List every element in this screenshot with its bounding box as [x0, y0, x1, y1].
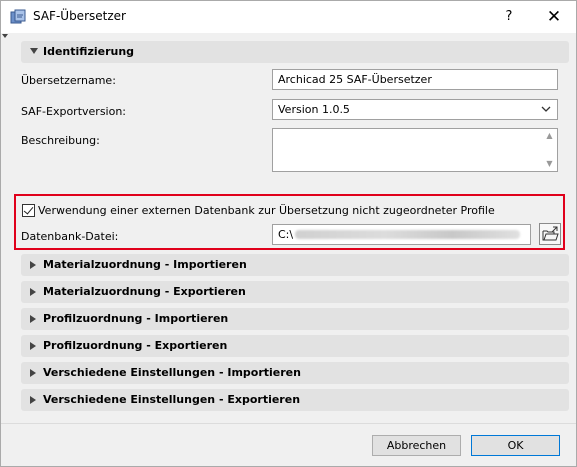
- section-material-export[interactable]: Materialzuordnung - Exportieren: [21, 281, 569, 303]
- description-label: Beschreibung:: [21, 134, 100, 147]
- section-identifizierung[interactable]: Identifizierung: [21, 41, 569, 63]
- db-file-path-input[interactable]: C:\: [272, 224, 531, 245]
- section-profile-export[interactable]: Profilzuordnung - Exportieren: [21, 335, 569, 357]
- scroll-down-icon[interactable]: ▼: [543, 159, 556, 169]
- dialog-window: SAF-Übersetzer ? ✕ Identifizierung Übers…: [0, 0, 577, 467]
- chevron-right-icon: [30, 396, 36, 404]
- browse-button[interactable]: [539, 223, 561, 245]
- translator-name-label: Übersetzername:: [21, 74, 116, 87]
- settings-panel: Identifizierung Übersetzername: Archicad…: [11, 37, 569, 421]
- title-bar: SAF-Übersetzer ? ✕: [1, 1, 576, 33]
- checkmark-icon: [23, 204, 34, 215]
- chevron-right-icon: [30, 342, 36, 350]
- translator-app-icon: [10, 9, 26, 24]
- export-version-select[interactable]: Version 1.0.5: [272, 99, 558, 120]
- folder-open-icon: [542, 226, 559, 241]
- db-file-path-value: C:\: [278, 228, 294, 241]
- section-misc-export[interactable]: Verschiedene Einstellungen - Exportieren: [21, 389, 569, 411]
- help-button[interactable]: ?: [494, 5, 524, 29]
- description-textarea[interactable]: ▲ ▼: [272, 128, 558, 172]
- section-title: Verschiedene Einstellungen - Importieren: [43, 366, 301, 379]
- close-button[interactable]: ✕: [539, 5, 569, 29]
- ok-button[interactable]: OK: [471, 435, 560, 456]
- chevron-right-icon: [30, 369, 36, 377]
- window-title: SAF-Übersetzer: [33, 9, 126, 23]
- section-title: Verschiedene Einstellungen - Exportieren: [43, 393, 301, 406]
- chevron-right-icon: [30, 288, 36, 296]
- export-version-label: SAF-Exportversion:: [21, 105, 127, 118]
- chevron-down-icon: [30, 48, 38, 54]
- section-title: Materialzuordnung - Exportieren: [43, 285, 246, 298]
- section-title: Identifizierung: [43, 45, 135, 58]
- chevron-down-icon: [541, 106, 551, 112]
- section-profile-import[interactable]: Profilzuordnung - Importieren: [21, 308, 569, 330]
- export-version-value: Version 1.0.5: [278, 103, 350, 116]
- section-title: Profilzuordnung - Exportieren: [43, 339, 228, 352]
- footer-divider: [1, 423, 576, 424]
- collapse-all-icon[interactable]: [2, 34, 8, 38]
- chevron-right-icon: [30, 261, 36, 269]
- section-title: Materialzuordnung - Importieren: [43, 258, 247, 271]
- external-db-label: Verwendung einer externen Datenbank zur …: [38, 204, 495, 217]
- section-title: Profilzuordnung - Importieren: [43, 312, 229, 325]
- external-db-checkbox[interactable]: [22, 204, 35, 217]
- cancel-button[interactable]: Abbrechen: [372, 435, 461, 456]
- translator-name-input[interactable]: Archicad 25 SAF-Übersetzer: [272, 69, 558, 90]
- db-file-label: Datenbank-Datei:: [21, 230, 119, 243]
- section-material-import[interactable]: Materialzuordnung - Importieren: [21, 254, 569, 276]
- section-misc-import[interactable]: Verschiedene Einstellungen - Importieren: [21, 362, 569, 384]
- scroll-up-icon[interactable]: ▲: [543, 131, 556, 141]
- chevron-right-icon: [30, 315, 36, 323]
- blurred-path: [295, 230, 520, 239]
